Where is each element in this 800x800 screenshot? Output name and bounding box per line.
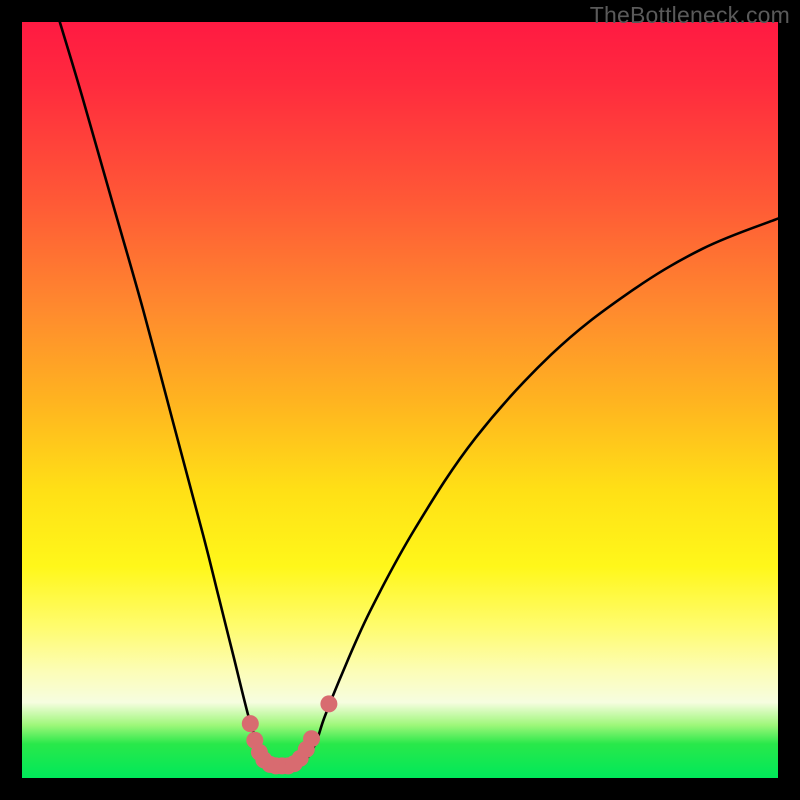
bottleneck-curve bbox=[60, 22, 778, 767]
chart-frame: TheBottleneck.com bbox=[0, 0, 800, 800]
watermark-text: TheBottleneck.com bbox=[590, 2, 790, 29]
plot-area bbox=[22, 22, 778, 778]
curve-marker bbox=[242, 715, 259, 732]
curve-markers bbox=[242, 695, 338, 774]
curve-marker bbox=[320, 695, 337, 712]
curve-marker bbox=[303, 730, 320, 747]
curve-layer bbox=[22, 22, 778, 778]
